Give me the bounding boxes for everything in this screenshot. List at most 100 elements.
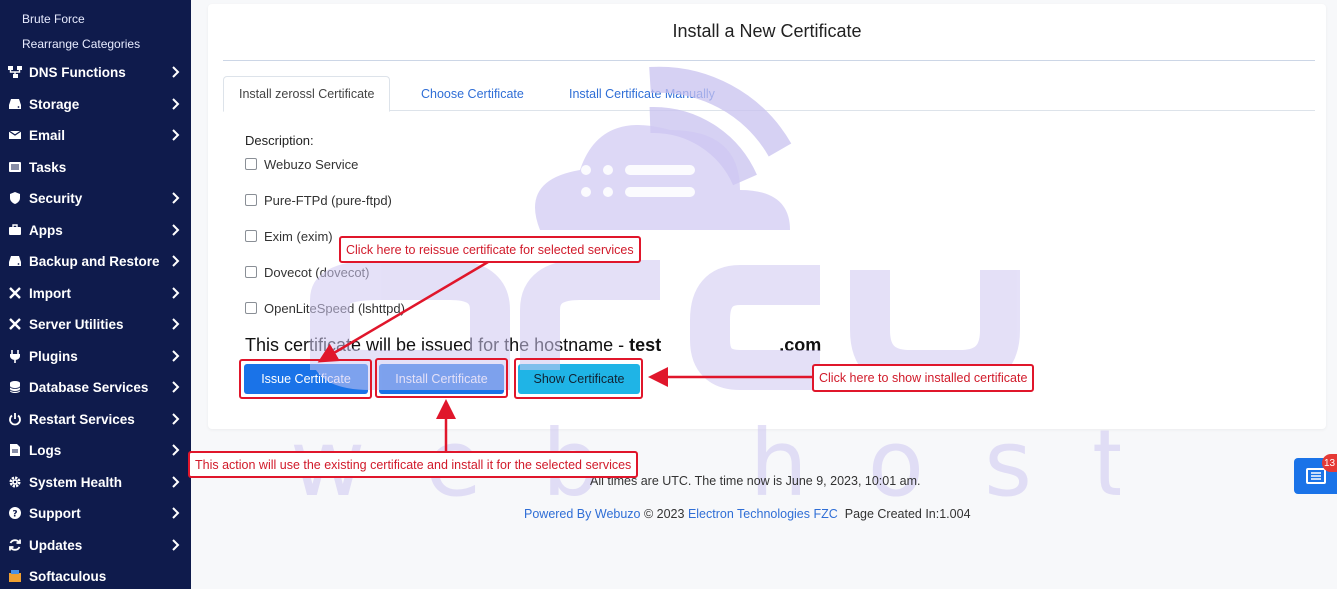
service-checkbox-webuzo[interactable]	[245, 158, 257, 170]
footer-powered-by: Powered By Webuzo © 2023 Electron Techno…	[524, 507, 971, 521]
service-label: Webuzo Service	[264, 156, 359, 172]
tab-install-zerossl-certificate[interactable]: Install zerossl Certificate	[223, 76, 391, 112]
description-label: Description:	[245, 133, 314, 148]
service-row-exim: Exim (exim)	[245, 227, 333, 245]
hostname-suffix: .com	[779, 335, 822, 355]
service-checkbox-pure-ftpd[interactable]	[245, 194, 257, 206]
chevron-right-icon	[172, 507, 180, 519]
sidebar-item-system-health[interactable]: System Health	[8, 470, 183, 494]
service-row-dovecot: Dovecot (dovecot)	[245, 263, 370, 281]
sidebar-item-support[interactable]: ? Support	[8, 501, 183, 525]
annotation-reissue: Click here to reissue certificate for se…	[339, 236, 641, 263]
sidebar-item-label: Logs	[29, 442, 62, 458]
highlight-install-button	[375, 358, 508, 398]
chevron-right-icon	[172, 224, 180, 236]
sidebar-item-label: Apps	[29, 222, 63, 238]
sidebar-item-plugins[interactable]: Plugins	[8, 344, 183, 368]
chevron-right-icon	[172, 66, 180, 78]
chevron-right-icon	[172, 98, 180, 110]
briefcase-icon	[8, 223, 22, 237]
service-label: Dovecot (dovecot)	[264, 264, 370, 280]
sidebar-item-label: Softaculous	[29, 568, 107, 584]
hard-drive-icon	[8, 254, 22, 268]
chevron-right-icon	[172, 350, 180, 362]
sidebar-item-database-services[interactable]: Database Services	[8, 375, 183, 399]
annotation-show-installed: Click here to show installed certificate	[812, 364, 1035, 392]
certificate-tabs: Install zerossl Certificate Choose Certi…	[223, 76, 1315, 112]
sidebar-item-restart-services[interactable]: Restart Services	[8, 407, 183, 431]
sidebar-item-label: Security	[29, 190, 83, 206]
chevron-right-icon	[172, 318, 180, 330]
service-checkbox-openlitespeed[interactable]	[245, 302, 257, 314]
sidebar: Brute Force Rearrange Categories DNS Fun…	[0, 0, 191, 589]
sidebar-item-apps[interactable]: Apps	[8, 218, 183, 242]
chevron-right-icon	[172, 381, 180, 393]
sidebar-item-label: Backup and Restore	[29, 253, 160, 269]
sitemap-icon	[8, 65, 22, 79]
service-row-openlitespeed: OpenLiteSpeed (lshttpd)	[245, 299, 405, 317]
chevron-right-icon	[172, 476, 180, 488]
sidebar-item-label: Updates	[29, 537, 83, 553]
sidebar-item-tasks[interactable]: Tasks	[8, 155, 183, 179]
footer-time: All times are UTC. The time now is June …	[590, 474, 921, 488]
annotation-install-existing: This action will use the existing certif…	[188, 451, 639, 478]
service-checkbox-exim[interactable]	[245, 230, 257, 242]
sidebar-item-label: Restart Services	[29, 411, 135, 427]
copyright-text: © 2023	[640, 507, 688, 521]
question-icon: ?	[8, 506, 22, 520]
sidebar-item-security[interactable]: Security	[8, 186, 183, 210]
chevron-right-icon	[172, 255, 180, 267]
notification-badge: 13	[1322, 454, 1337, 472]
tab-install-certificate-manually[interactable]: Install Certificate Manually	[554, 76, 730, 111]
sidebar-item-email[interactable]: Email	[8, 123, 183, 147]
plug-icon	[8, 349, 22, 363]
sidebar-item-backup-and-restore[interactable]: Backup and Restore	[8, 249, 183, 273]
envelope-icon	[8, 128, 22, 142]
sidebar-item-label: DNS Functions	[29, 64, 126, 80]
service-checkbox-dovecot[interactable]	[245, 266, 257, 278]
chevron-right-icon	[172, 444, 180, 456]
sidebar-item-updates[interactable]: Updates	[8, 533, 183, 557]
hostname-notice: This certificate will be issued for the …	[245, 335, 821, 356]
database-icon	[8, 380, 22, 394]
service-row-pure-ftpd: Pure-FTPd (pure-ftpd)	[245, 191, 392, 209]
highlight-issue-button	[239, 359, 372, 399]
hostname-redaction	[661, 337, 780, 356]
sidebar-item-dns-functions[interactable]: DNS Functions	[8, 60, 183, 84]
webuzo-link[interactable]: Powered By Webuzo	[524, 507, 641, 521]
chevron-right-icon	[172, 287, 180, 299]
company-link[interactable]: Electron Technologies FZC	[688, 507, 838, 521]
svg-text:?: ?	[12, 510, 17, 520]
shield-icon	[8, 191, 22, 205]
chevron-right-icon	[172, 413, 180, 425]
sidebar-item-label: System Health	[29, 474, 123, 490]
sidebar-item-softaculous[interactable]: Softaculous	[8, 564, 183, 588]
service-label: OpenLiteSpeed (lshttpd)	[264, 300, 405, 316]
page-created-text: Page Created In:1.004	[837, 507, 971, 521]
sidebar-item-label: Server Utilities	[29, 316, 124, 332]
softaculous-icon	[8, 569, 22, 583]
chevron-right-icon	[172, 192, 180, 204]
sidebar-subitem-rearrange-categories[interactable]: Rearrange Categories	[22, 37, 140, 51]
service-row-webuzo: Webuzo Service	[245, 155, 358, 173]
sidebar-item-label: Tasks	[29, 159, 67, 175]
tools-icon	[8, 286, 22, 300]
sidebar-item-label: Import	[29, 285, 71, 301]
sidebar-item-label: Plugins	[29, 348, 78, 364]
sidebar-item-logs[interactable]: Logs	[8, 438, 183, 462]
sidebar-item-label: Storage	[29, 96, 80, 112]
highlight-show-button	[514, 358, 643, 399]
sidebar-item-server-utilities[interactable]: Server Utilities	[8, 312, 183, 336]
gear-icon	[8, 475, 22, 489]
list-icon	[8, 160, 22, 174]
chevron-right-icon	[172, 129, 180, 141]
sidebar-subitem-brute-force[interactable]: Brute Force	[22, 12, 85, 26]
sidebar-item-label: Database Services	[29, 379, 149, 395]
file-icon	[8, 443, 22, 457]
tab-choose-certificate[interactable]: Choose Certificate	[406, 76, 539, 111]
chevron-right-icon	[172, 539, 180, 551]
sidebar-item-import[interactable]: Import	[8, 281, 183, 305]
refresh-icon	[8, 538, 22, 552]
sidebar-item-storage[interactable]: Storage	[8, 92, 183, 116]
tools-icon	[8, 317, 22, 331]
